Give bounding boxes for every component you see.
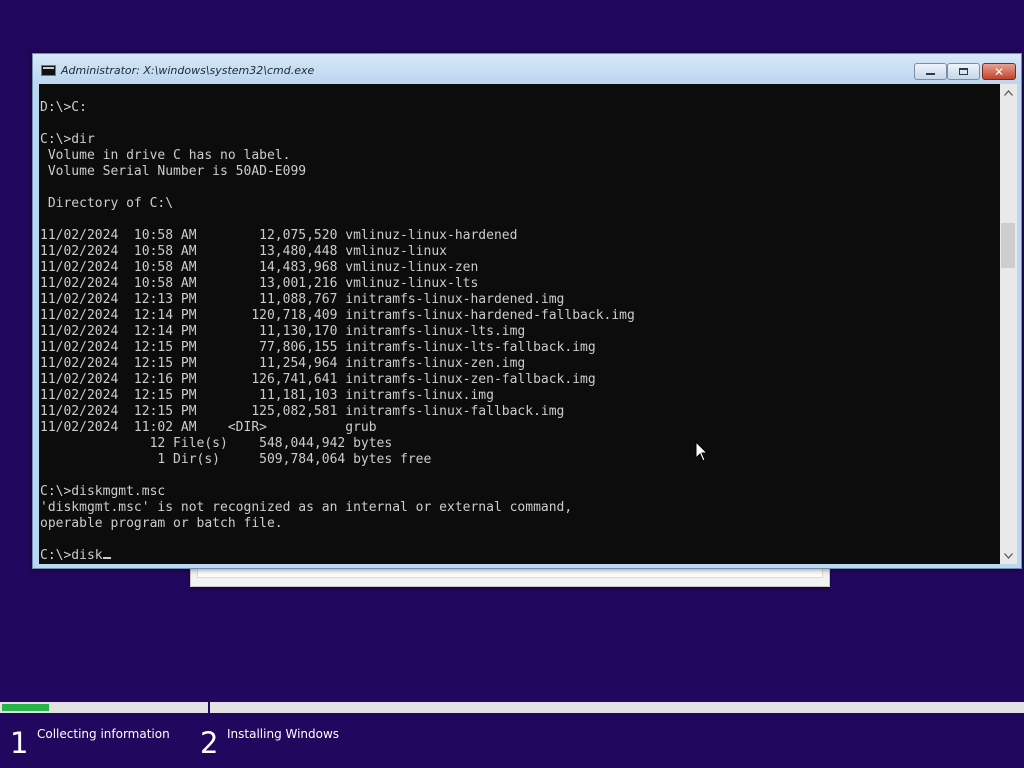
console-line: 11/02/2024 12:15 PM 125,082,581 initramf… (40, 404, 565, 419)
console-line: operable program or batch file. (40, 516, 283, 531)
step-label: Installing Windows (227, 727, 340, 741)
text-cursor (102, 557, 111, 559)
scroll-thumb[interactable] (1001, 223, 1015, 268)
title-bar[interactable]: Administrator: X:\windows\system32\cmd.e… (33, 54, 1021, 84)
console-line: Volume in drive C has no label. (40, 148, 291, 163)
console-line: D:\>C: (40, 100, 87, 115)
console-output[interactable]: D:\>C: C:\>dir Volume in drive C has no l… (39, 84, 1000, 564)
close-button[interactable]: ✕ (982, 63, 1016, 80)
console-line: 11/02/2024 12:15 PM 77,806,155 initramfs… (40, 340, 596, 355)
console-line: 11/02/2024 10:58 AM 13,001,216 vmlinuz-l… (40, 276, 479, 291)
scroll-down-arrow-icon (1004, 552, 1013, 559)
console-line: 11/02/2024 11:02 AM <DIR> grub (40, 420, 377, 435)
console-line: 11/02/2024 10:58 AM 12,075,520 vmlinuz-l… (40, 228, 518, 243)
console-line: 11/02/2024 10:58 AM 14,483,968 vmlinuz-l… (40, 260, 479, 275)
scroll-up-arrow-icon (1004, 89, 1013, 96)
console-line: Directory of C:\ (40, 196, 174, 211)
scroll-down-button[interactable] (1000, 547, 1017, 564)
cmd-console-icon (41, 65, 56, 76)
progress-segment-installing (210, 702, 1024, 713)
console-line: 11/02/2024 12:15 PM 11,254,964 initramfs… (40, 356, 526, 371)
mouse-pointer-icon (695, 441, 709, 462)
console-line: 11/02/2024 12:13 PM 11,088,767 initramfs… (40, 292, 565, 307)
console-line: 12 File(s) 548,044,942 bytes (40, 436, 393, 451)
step-number: 2 (200, 726, 219, 760)
console-line: 11/02/2024 12:15 PM 11,181,103 initramfs… (40, 388, 494, 403)
console-text: D:\>C: C:\>dir Volume in drive C has no l… (40, 100, 635, 564)
setup-progress-bar (0, 702, 1024, 713)
progress-segment-collecting (0, 702, 208, 713)
maximize-icon (959, 68, 968, 75)
console-line: 1 Dir(s) 509,784,064 bytes free (40, 452, 432, 467)
minimize-icon (926, 73, 935, 75)
step-label: Collecting information (37, 727, 170, 741)
console-line: 11/02/2024 10:58 AM 13,480,448 vmlinuz-l… (40, 244, 447, 259)
cmd-window: Administrator: X:\windows\system32\cmd.e… (32, 53, 1022, 569)
step-number: 1 (10, 726, 29, 760)
close-icon: ✕ (993, 64, 1005, 79)
console-line: C:\>dir (40, 132, 95, 147)
window-title: Administrator: X:\windows\system32\cmd.e… (61, 64, 315, 77)
console-line: 11/02/2024 12:16 PM 126,741,641 initramf… (40, 372, 596, 387)
console-line: 'diskmgmt.msc' is not recognized as an i… (40, 500, 573, 515)
console-line: C:\>diskmgmt.msc (40, 484, 166, 499)
maximize-button[interactable] (947, 63, 980, 80)
console-line: Volume Serial Number is 50AD-E099 (40, 164, 307, 179)
console-line: 11/02/2024 12:14 PM 11,130,170 initramfs… (40, 324, 526, 339)
vertical-scrollbar[interactable] (1000, 84, 1017, 564)
progress-fill (2, 704, 49, 711)
minimize-button[interactable] (914, 63, 947, 80)
scroll-up-button[interactable] (1000, 84, 1017, 101)
console-line: C:\>disk (40, 548, 635, 564)
console-line: 11/02/2024 12:14 PM 120,718,409 initramf… (40, 308, 635, 323)
